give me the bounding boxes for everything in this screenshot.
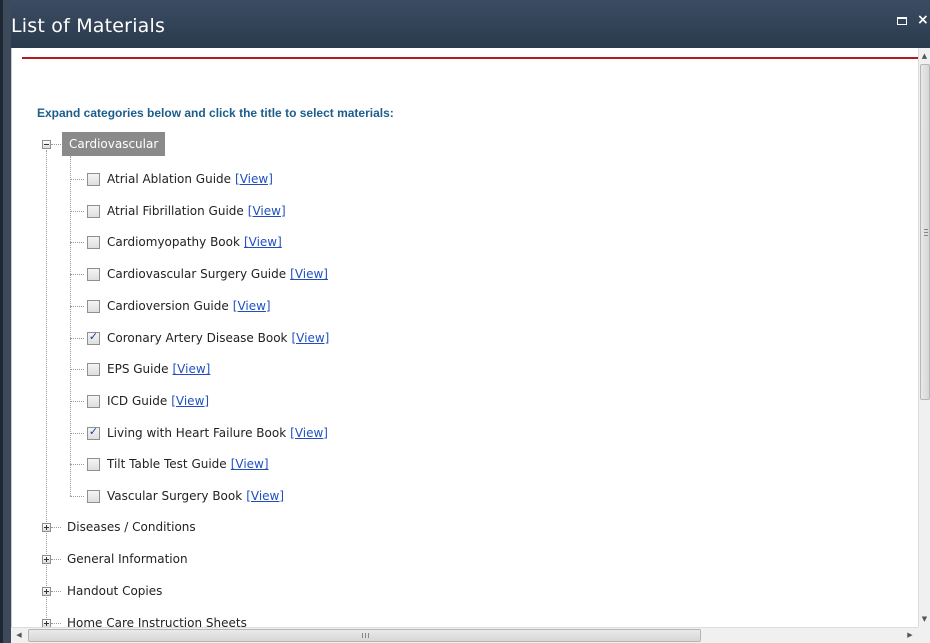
checkmark-icon: ✓ [88,329,99,343]
dialog-titlebar: List of Materials × [11,0,930,48]
item-checkbox[interactable]: ✓ [87,424,100,440]
item-checkbox[interactable] [87,394,100,408]
material-item[interactable]: ICD Guide [View] [107,393,209,409]
material-item[interactable]: Vascular Surgery Book [View] [107,488,284,504]
background-page-shade [0,0,3,643]
view-link[interactable]: [View] [246,489,284,503]
category-4[interactable]: Home Care Instruction Sheets [67,613,247,627]
tree-connector [70,210,84,212]
tree-connector [70,400,84,402]
materials-tree: Cardiovascular Atrial Ablation Guide [View… [12,48,919,627]
scroll-left-icon[interactable]: ◀ [11,628,27,643]
item-checkbox[interactable] [87,299,100,313]
expand-icon[interactable] [42,619,51,627]
tree-connector [51,623,61,624]
item-checkbox[interactable] [87,363,100,377]
material-item[interactable]: Cardiomyopathy Book [View] [107,234,282,250]
view-link[interactable]: [View] [173,362,211,376]
item-checkbox[interactable]: ✓ [87,329,100,345]
tree-connector [70,369,84,371]
horizontal-scroll-thumb[interactable] [28,629,701,642]
material-item[interactable]: Atrial Ablation Guide [View] [107,171,273,187]
material-title[interactable]: ICD Guide [107,394,167,408]
material-title[interactable]: Living with Heart Failure Book [107,426,286,440]
view-link[interactable]: [View] [292,331,330,345]
vertical-scrollbar[interactable]: ▲ ▼ [918,48,930,627]
dialog-title: List of Materials [11,15,166,37]
material-title[interactable]: Cardiovascular Surgery Guide [107,267,286,281]
material-item[interactable]: Living with Heart Failure Book [View] [107,425,328,441]
horizontal-scrollbar[interactable]: ◀ ▶ [11,627,918,643]
category-2[interactable]: General Information [67,549,188,569]
collapse-icon[interactable] [42,140,51,149]
tree-connector [51,559,61,560]
material-item[interactable]: Cardioversion Guide [View] [107,298,271,314]
tree-connector [51,591,61,592]
view-link[interactable]: [View] [248,204,286,218]
scroll-right-icon[interactable]: ▶ [902,628,918,643]
scroll-down-icon[interactable]: ▼ [919,611,930,627]
material-title[interactable]: Vascular Surgery Book [107,489,242,503]
view-link[interactable]: [View] [244,235,282,249]
material-item[interactable]: Tilt Table Test Guide [View] [107,456,269,472]
material-title[interactable]: EPS Guide [107,362,169,376]
view-link[interactable]: [View] [231,457,269,471]
maximize-icon[interactable] [897,17,907,25]
item-checkbox[interactable] [87,458,100,472]
scroll-grip-icon [924,229,928,236]
scrollbar-corner [918,627,930,643]
tree-connector [70,496,84,497]
tree-connector [70,242,84,244]
item-checkbox[interactable] [87,490,100,503]
tree-connector [70,274,84,276]
category-1[interactable]: Diseases / Conditions [67,517,196,537]
item-checkbox[interactable] [87,236,100,250]
background-page-edge [0,0,11,643]
category-3[interactable]: Handout Copies [67,581,162,601]
tree-branch-line [70,156,71,496]
checkmark-icon: ✓ [88,424,99,438]
tree-connector [70,337,84,339]
expand-icon[interactable] [42,523,51,532]
view-link[interactable]: [View] [171,394,209,408]
tree-connector [70,464,84,466]
tree-connector [51,527,61,528]
material-item[interactable]: Coronary Artery Disease Book [View] [107,330,329,346]
tree-connector [70,179,84,180]
view-link[interactable]: [View] [233,299,271,313]
dialog-content: Expand categories below and click the ti… [11,48,919,627]
close-button[interactable]: × [917,10,930,30]
item-checkbox[interactable] [87,173,100,186]
material-title[interactable]: Cardiomyopathy Book [107,235,240,249]
expand-icon[interactable] [42,587,51,596]
material-title[interactable]: Tilt Table Test Guide [107,457,227,471]
view-link[interactable]: [View] [290,267,328,281]
material-title[interactable]: Coronary Artery Disease Book [107,331,288,345]
item-checkbox[interactable] [87,204,100,218]
item-checkbox[interactable] [87,268,100,282]
tree-connector [51,144,61,145]
tree-connector [70,305,84,307]
scroll-grip-icon [362,633,369,638]
material-item[interactable]: EPS Guide [View] [107,361,210,377]
category-0[interactable]: Cardiovascular [62,132,166,156]
scroll-up-icon[interactable]: ▲ [919,48,930,64]
expand-icon[interactable] [42,555,51,564]
material-title[interactable]: Cardioversion Guide [107,299,229,313]
view-link[interactable]: [View] [290,426,328,440]
vertical-scroll-thumb[interactable] [920,64,930,400]
view-link[interactable]: [View] [235,172,273,186]
tree-connector [70,432,84,434]
material-item[interactable]: Atrial Fibrillation Guide [View] [107,203,286,219]
material-item[interactable]: Cardiovascular Surgery Guide [View] [107,266,328,282]
material-title[interactable]: Atrial Fibrillation Guide [107,204,244,218]
material-title[interactable]: Atrial Ablation Guide [107,172,231,186]
